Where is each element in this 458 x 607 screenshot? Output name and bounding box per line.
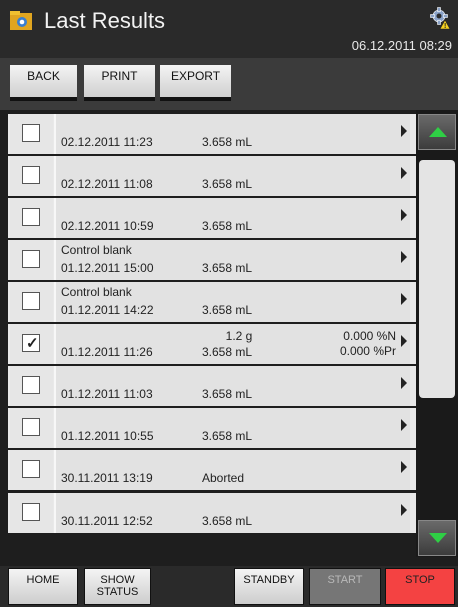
result-volume: Aborted: [202, 471, 245, 485]
back-button[interactable]: BACK: [10, 65, 77, 101]
result-cell[interactable]: 01.12.2011 10:55 3.658 mL: [54, 408, 410, 448]
chevron-right-icon: [401, 461, 407, 473]
result-value-n: 0.000 %N: [343, 329, 396, 343]
row-checkbox[interactable]: [10, 198, 53, 238]
checkbox-box: ✓: [22, 334, 40, 352]
chevron-right-icon: [401, 419, 407, 431]
start-button: START: [309, 568, 381, 605]
result-row[interactable]: Control blank 01.12.2011 14:22 3.658 mL: [8, 282, 416, 322]
scroll-down-button[interactable]: [418, 520, 456, 556]
row-checkbox[interactable]: [10, 282, 53, 322]
result-datetime: 30.11.2011 12:52: [61, 514, 153, 528]
result-cell[interactable]: 02.12.2011 11:08 3.658 mL: [54, 156, 410, 196]
result-datetime: 02.12.2011 11:08: [61, 177, 153, 191]
row-checkbox[interactable]: ✓: [10, 324, 53, 364]
result-title: Control blank: [61, 243, 132, 257]
scrollbar-thumb[interactable]: [419, 160, 455, 398]
result-volume: 3.658 mL: [202, 429, 253, 443]
result-row[interactable]: 30.11.2011 12:52 3.658 mL: [8, 493, 416, 533]
chevron-right-icon: [401, 167, 407, 179]
print-button[interactable]: PRINT: [84, 65, 155, 101]
row-checkbox[interactable]: [10, 156, 53, 196]
show-status-button[interactable]: SHOW STATUS: [84, 568, 151, 605]
result-volume: 3.658 mL: [202, 345, 253, 359]
result-volume: 3.658 mL: [202, 177, 253, 191]
chevron-right-icon: [401, 335, 407, 347]
gear-warning-icon[interactable]: !: [428, 6, 450, 30]
row-checkbox[interactable]: [10, 366, 53, 406]
result-datetime: 01.12.2011 10:55: [61, 429, 154, 443]
checkbox-box: [22, 166, 40, 184]
checkbox-box: [22, 124, 40, 142]
result-cell[interactable]: 01.12.2011 11:26 1.2 g 3.658 mL 0.000 %N 0.0…: [54, 324, 410, 364]
result-value-pr: 0.000 %Pr: [339, 344, 396, 358]
result-row[interactable]: 01.12.2011 10:55 3.658 mL: [8, 408, 416, 448]
checkbox-box: [22, 292, 40, 310]
row-checkbox[interactable]: [10, 408, 53, 448]
result-cell[interactable]: Control blank 01.12.2011 14:22 3.658 mL: [54, 282, 410, 322]
current-datetime: 06.12.2011 08:29: [351, 38, 452, 53]
result-row[interactable]: 01.12.2011 11:03 3.658 mL: [8, 366, 416, 406]
arrow-down-icon: [429, 533, 447, 543]
result-volume: 3.658 mL: [202, 261, 253, 275]
result-cell[interactable]: 02.12.2011 11:23 3.658 mL: [54, 114, 410, 154]
result-datetime: 01.12.2011 11:26: [61, 345, 153, 359]
result-cell[interactable]: 01.12.2011 11:03 3.658 mL: [54, 366, 410, 406]
checkbox-box: [22, 208, 40, 226]
result-datetime: 30.11.2011 13:19: [61, 471, 153, 485]
result-title: Control blank: [61, 285, 132, 299]
result-row[interactable]: 02.12.2011 11:23 3.658 mL: [8, 114, 416, 154]
result-datetime: 02.12.2011 10:59: [61, 219, 154, 233]
title-bar: Last Results ! 06.12.2011 08:29: [0, 0, 458, 58]
result-volume: 3.658 mL: [202, 135, 253, 149]
export-button[interactable]: EXPORT: [160, 65, 231, 101]
svg-text:!: !: [444, 23, 446, 30]
row-checkbox[interactable]: [10, 240, 53, 280]
stop-button[interactable]: STOP: [385, 568, 455, 605]
checkbox-box: [22, 418, 40, 436]
row-checkbox[interactable]: [10, 114, 53, 154]
result-datetime: 01.12.2011 14:22: [61, 303, 154, 317]
result-volume: 3.658 mL: [202, 514, 253, 528]
chevron-right-icon: [401, 293, 407, 305]
page-title: Last Results: [44, 8, 166, 33]
result-datetime: 02.12.2011 11:23: [61, 135, 153, 149]
result-row[interactable]: Control blank 01.12.2011 15:00 3.658 mL: [8, 240, 416, 280]
result-row[interactable]: 02.12.2011 10:59 3.658 mL: [8, 198, 416, 238]
result-cell[interactable]: 30.11.2011 12:52 3.658 mL: [54, 493, 410, 533]
bottom-bar: HOME SHOW STATUS STANDBY START STOP: [0, 566, 458, 607]
checkbox-box: [22, 460, 40, 478]
result-datetime: 01.12.2011 11:03: [61, 387, 153, 401]
results-folder-icon: [10, 11, 32, 30]
chevron-right-icon: [401, 251, 407, 263]
chevron-right-icon: [401, 377, 407, 389]
checkbox-box: [22, 503, 40, 521]
result-row[interactable]: ✓ 01.12.2011 11:26 1.2 g 3.658 mL 0.000 %N 0.…: [8, 324, 416, 364]
result-cell[interactable]: 30.11.2011 13:19 Aborted: [54, 450, 410, 490]
chevron-right-icon: [401, 209, 407, 221]
result-volume: 3.658 mL: [202, 219, 253, 233]
result-row[interactable]: 30.11.2011 13:19 Aborted: [8, 450, 416, 490]
chevron-right-icon: [401, 125, 407, 137]
home-button[interactable]: HOME: [8, 568, 78, 605]
result-cell[interactable]: 02.12.2011 10:59 3.658 mL: [54, 198, 410, 238]
result-sample-amount: 1.2 g: [225, 329, 253, 343]
standby-button[interactable]: STANDBY: [234, 568, 304, 605]
scroll-up-button[interactable]: [418, 114, 456, 150]
result-row[interactable]: 02.12.2011 11:08 3.658 mL: [8, 156, 416, 196]
checkbox-box: [22, 376, 40, 394]
result-datetime: 01.12.2011 15:00: [61, 261, 154, 275]
arrow-up-icon: [429, 127, 447, 137]
chevron-right-icon: [401, 504, 407, 516]
checkmark-icon: ✓: [26, 335, 39, 352]
result-volume: 3.658 mL: [202, 303, 253, 317]
toolbar: BACK PRINT EXPORT: [0, 58, 458, 110]
checkbox-box: [22, 250, 40, 268]
row-checkbox[interactable]: [10, 493, 53, 533]
scrollbar[interactable]: [416, 110, 458, 557]
result-cell[interactable]: Control blank 01.12.2011 15:00 3.658 mL: [54, 240, 410, 280]
row-checkbox[interactable]: [10, 450, 53, 490]
result-volume: 3.658 mL: [202, 387, 253, 401]
